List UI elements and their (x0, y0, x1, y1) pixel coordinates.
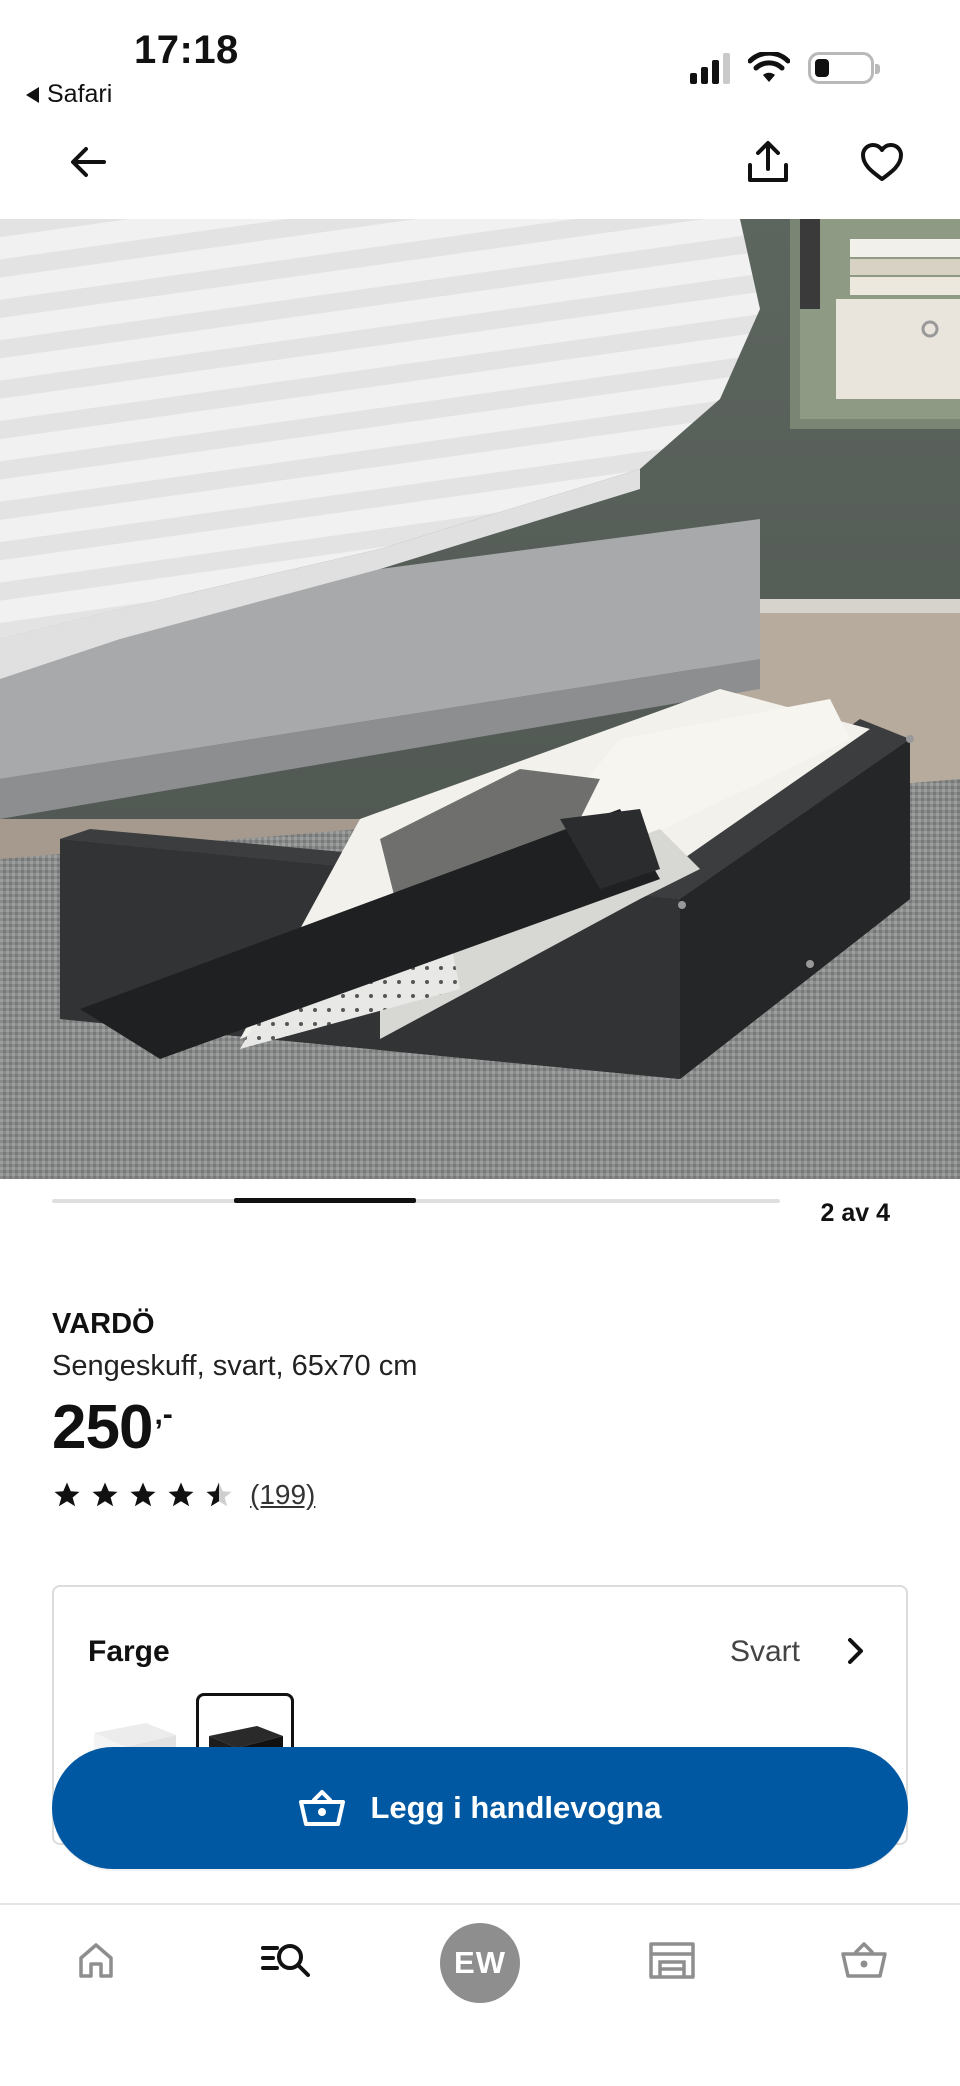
tab-home[interactable] (46, 1905, 146, 2015)
star-full-icon (54, 1482, 80, 1507)
cellular-signal-icon (690, 52, 730, 84)
color-label: Farge (88, 1635, 170, 1668)
share-icon (748, 141, 788, 182)
price-amount: 250 (52, 1393, 153, 1462)
home-icon (79, 1943, 113, 1978)
back-to-safari-link[interactable]: Safari (26, 80, 112, 109)
shopping-cart-icon (841, 1942, 887, 1978)
favorite-heart-icon (861, 143, 903, 181)
favorite-button[interactable] (850, 130, 914, 194)
tab-store[interactable] (622, 1905, 722, 2015)
product-name: VARDÖ (52, 1308, 155, 1340)
status-bar: 17:18 Safari (0, 0, 960, 120)
back-app-label: Safari (47, 80, 113, 108)
status-icons (690, 52, 880, 84)
profile-avatar[interactable]: EW (440, 1923, 520, 2003)
gallery-progress-indicator (234, 1198, 416, 1203)
tab-cart[interactable] (814, 1905, 914, 2015)
bottom-tab-bar: EW (0, 1903, 960, 2086)
product-image[interactable] (0, 219, 960, 1179)
chevron-right-icon[interactable] (836, 1631, 876, 1671)
gallery-counter: 2 av 4 (820, 1199, 890, 1227)
status-time: 17:18 (134, 28, 239, 72)
product-price: 250 ,- (52, 1393, 173, 1463)
back-button[interactable] (56, 130, 120, 194)
wifi-icon (748, 52, 790, 82)
battery-icon (808, 52, 880, 84)
share-button[interactable] (736, 130, 800, 194)
price-suffix: ,- (154, 1398, 173, 1431)
add-to-cart-button[interactable]: Legg i handlevogna (52, 1747, 908, 1869)
review-count-link[interactable]: (199) (250, 1479, 315, 1511)
gallery-progress-bar (52, 1198, 780, 1203)
tab-browse[interactable] (236, 1905, 336, 2015)
product-page: 17:18 Safari 2 av 4 VARDÖ Sengeskuff, sv… (0, 0, 960, 2086)
star-full-icon (92, 1482, 118, 1507)
store-icon (649, 1942, 695, 1979)
product-description: Sengeskuff, svart, 65x70 cm (52, 1350, 418, 1382)
color-value: Svart (729, 1635, 800, 1668)
star-full-icon (130, 1482, 156, 1507)
star-full-icon (168, 1482, 194, 1507)
back-triangle-icon (26, 86, 39, 103)
cart-icon (299, 1790, 346, 1826)
back-arrow-icon (71, 147, 106, 177)
star-half-icon (206, 1482, 232, 1507)
product-rating[interactable]: (199) (52, 1479, 315, 1511)
rating-stars (52, 1480, 234, 1510)
search-browse-icon (261, 1944, 310, 1977)
add-to-cart-label: Legg i handlevogna (370, 1790, 662, 1825)
product-photo-illustration (0, 219, 960, 1179)
top-navigation (0, 130, 960, 220)
